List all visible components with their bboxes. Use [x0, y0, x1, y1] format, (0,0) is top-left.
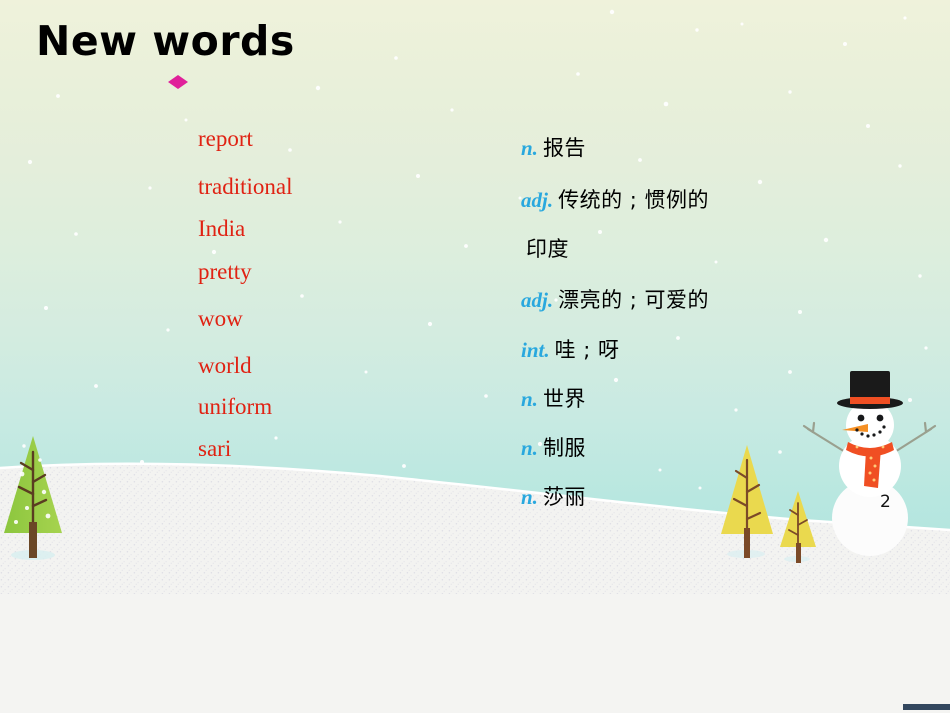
page-title: New words — [36, 17, 295, 65]
part-of-speech: n. — [521, 136, 538, 160]
list-item: n. 莎丽 — [521, 481, 921, 511]
list-item: India — [198, 216, 246, 241]
chinese-meaning: 印度 — [526, 237, 569, 261]
chinese-meaning: 莎丽 — [542, 485, 586, 509]
translation-list: n. 报告 adj. 传统的 ; 惯例的 印度 adj. 漂亮的 ; 可爱的 int.… — [521, 132, 921, 511]
part-of-speech: n. — [521, 387, 538, 411]
chinese-meaning: 漂亮的 ; 可爱的 — [558, 288, 710, 312]
english-word-list: report traditional India pretty wow worl… — [198, 126, 458, 462]
list-item: sari — [198, 436, 232, 461]
list-item: wow — [198, 306, 243, 331]
list-item: report — [198, 126, 253, 151]
part-of-speech: n. — [521, 436, 538, 460]
part-of-speech: int. — [521, 338, 550, 362]
list-item: world — [198, 353, 252, 378]
chinese-meaning: 制服 — [542, 436, 586, 460]
list-item: n. 制服 — [521, 432, 921, 462]
slide-canvas: New words report traditional India prett… — [0, 0, 950, 594]
slide-page-number: 2 — [880, 492, 891, 512]
list-item: 印度 — [521, 233, 921, 263]
chinese-meaning: 哇 ; 呀 — [554, 338, 620, 362]
list-item: uniform — [198, 394, 273, 419]
list-item: int. 哇 ; 呀 — [521, 334, 921, 364]
part-of-speech: adj. — [521, 288, 554, 312]
list-item: pretty — [198, 259, 252, 284]
list-item: traditional — [198, 174, 293, 199]
list-item: n. 世界 — [521, 383, 921, 413]
list-item: adj. 漂亮的 ; 可爱的 — [521, 284, 921, 314]
part-of-speech: adj. — [521, 188, 554, 212]
diamond-bullet-icon — [168, 75, 188, 89]
chinese-meaning: 报告 — [542, 136, 586, 160]
list-item: adj. 传统的 ; 惯例的 — [521, 184, 921, 214]
green-pine-tree-icon — [4, 436, 62, 560]
part-of-speech: n. — [521, 485, 538, 509]
scrollbar-fragment[interactable] — [903, 704, 950, 710]
list-item: n. 报告 — [521, 132, 921, 162]
chinese-meaning: 世界 — [542, 387, 586, 411]
chinese-meaning: 传统的 ; 惯例的 — [558, 188, 710, 212]
presentation-page: New words report traditional India prett… — [0, 0, 950, 713]
